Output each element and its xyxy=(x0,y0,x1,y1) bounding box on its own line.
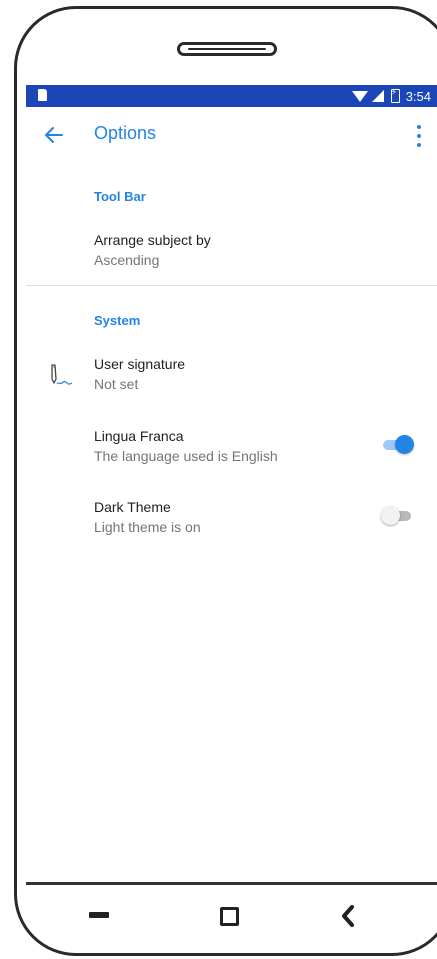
screen: 3:54 Options Tool Bar Arrange subject by… xyxy=(26,85,437,885)
sd-card-icon xyxy=(38,89,47,101)
section-divider xyxy=(26,285,437,286)
dark-theme-switch[interactable] xyxy=(381,505,413,525)
pref-arrange-subject-by[interactable]: Arrange subject by Ascending xyxy=(26,232,437,288)
pref-dark-theme[interactable]: Dark Theme Light theme is on xyxy=(26,499,437,555)
battery-charging-icon xyxy=(390,87,400,103)
pref-title: Arrange subject by xyxy=(94,232,211,248)
pref-summary: Light theme is on xyxy=(94,519,201,535)
section-header-tool-bar: Tool Bar xyxy=(94,189,146,204)
signal-icon xyxy=(371,90,384,102)
arrow-left-icon[interactable] xyxy=(40,121,68,149)
pen-signature-icon xyxy=(51,364,73,385)
pref-user-signature[interactable]: User signature Not set xyxy=(26,356,437,412)
recents-icon[interactable] xyxy=(89,912,109,918)
overflow-menu-icon[interactable] xyxy=(415,125,423,147)
app-toolbar: Options xyxy=(26,107,437,163)
system-nav-bar xyxy=(0,885,437,955)
pref-title: Dark Theme xyxy=(94,499,171,515)
lingua-franca-switch[interactable] xyxy=(383,434,414,454)
page-title: Options xyxy=(94,123,157,143)
status-icons: 3:54 xyxy=(351,87,431,105)
wifi-icon xyxy=(351,90,368,102)
pref-summary: The language used is English xyxy=(94,448,278,464)
section-header-system: System xyxy=(94,313,141,328)
pref-lingua-franca[interactable]: Lingua Franca The language used is Engli… xyxy=(26,428,437,484)
speaker-grille xyxy=(177,42,277,56)
pref-summary: Not set xyxy=(94,376,139,392)
back-icon[interactable] xyxy=(338,904,358,928)
pref-title: Lingua Franca xyxy=(94,428,184,444)
pref-summary: Ascending xyxy=(94,252,160,268)
status-bar: 3:54 xyxy=(26,85,437,107)
pref-title: User signature xyxy=(94,356,186,372)
status-time: 3:54 xyxy=(405,88,431,104)
home-icon[interactable] xyxy=(220,907,239,926)
